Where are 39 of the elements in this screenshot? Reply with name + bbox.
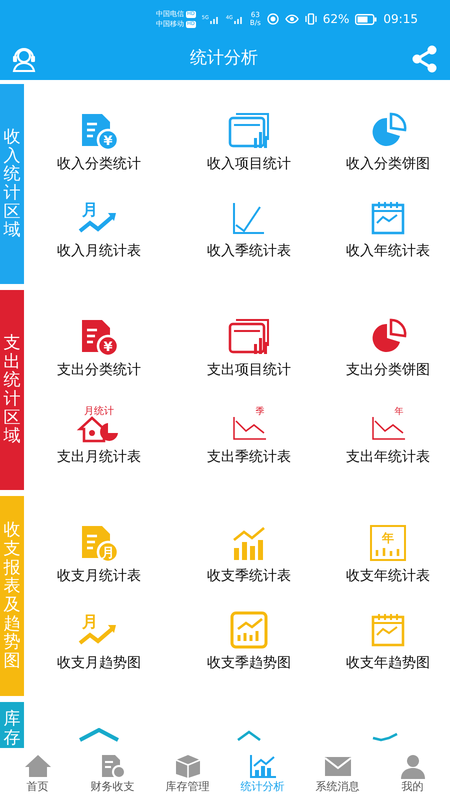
eye-icon <box>284 14 299 24</box>
report-item[interactable]: 收支年趋势图 <box>338 609 438 674</box>
section-label: 库存 <box>0 702 24 748</box>
clock-time: 09:15 <box>383 11 418 28</box>
battery-percent: 62% <box>322 11 350 28</box>
report-item[interactable]: 支出项目统计 <box>199 316 299 381</box>
report-item[interactable]: 收入季统计表 <box>199 197 299 262</box>
report-item[interactable]: 年 收支年统计表 <box>338 522 438 587</box>
report-item[interactable]: 月 收支月统计表 <box>49 522 149 587</box>
nav-tab[interactable]: 财务收支 <box>78 752 148 796</box>
report-item[interactable]: 支出分类饼图 <box>338 316 438 381</box>
report-item[interactable]: 月统计 支出月统计表 <box>49 403 149 468</box>
battery-icon <box>355 14 378 24</box>
location-icon <box>266 13 279 25</box>
home-icon <box>22 752 52 779</box>
vibrate-icon <box>304 13 317 25</box>
nav-tab[interactable]: 系统消息 <box>302 752 372 796</box>
headset-icon[interactable] <box>10 45 38 73</box>
report-item[interactable]: 季 支出季统计表 <box>199 403 299 468</box>
report-item[interactable]: 收入项目统计 <box>199 110 299 175</box>
signal-icon <box>210 14 220 24</box>
report-item[interactable]: 年 支出年统计表 <box>338 403 438 468</box>
report-item[interactable]: ¥ 收入分类统计 <box>49 110 149 175</box>
nav-tab[interactable]: 我的 <box>378 752 448 796</box>
bar-chart-icon <box>248 752 278 779</box>
nav-tab[interactable]: 首页 <box>2 752 72 796</box>
nav-tab[interactable]: 库存管理 <box>152 752 222 796</box>
signal-icon <box>234 14 244 24</box>
report-item[interactable]: 收支季趋势图 <box>199 609 299 674</box>
report-item[interactable]: 收入年统计表 <box>338 197 438 262</box>
report-item[interactable]: ¥ 支出分类统计 <box>49 316 149 381</box>
report-item[interactable]: 收支季统计表 <box>199 522 299 587</box>
section-label: 支出统计区域 <box>0 290 24 490</box>
report-item[interactable]: 月 收支月趋势图 <box>49 609 149 674</box>
page-title: 统计分析 <box>190 47 258 70</box>
section-label: 收支报表及趋势图 <box>0 496 24 696</box>
report-item[interactable]: 月 收入月统计表 <box>49 197 149 262</box>
section-label: 收入统计区域 <box>0 84 24 284</box>
report-item[interactable]: 收入分类饼图 <box>338 110 438 175</box>
